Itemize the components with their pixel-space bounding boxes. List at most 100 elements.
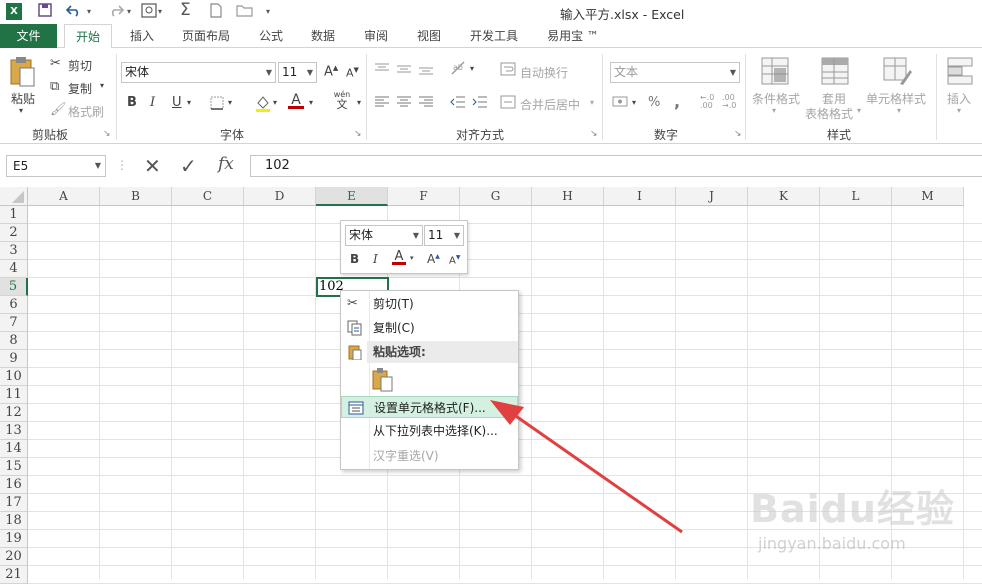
insert-cells-button[interactable]: 插入 — [947, 90, 971, 107]
undo-icon[interactable] — [65, 3, 84, 21]
paste-button[interactable]: 粘贴 — [11, 90, 35, 107]
font-launcher-icon[interactable]: ↘ — [354, 129, 362, 139]
formula-input[interactable]: 102 — [250, 155, 982, 177]
column-header-g[interactable]: G — [460, 187, 532, 206]
number-launcher-icon[interactable]: ↘ — [734, 129, 742, 139]
alignment-launcher-icon[interactable]: ↘ — [590, 129, 598, 139]
column-header-b[interactable]: B — [100, 187, 172, 206]
column-header-i[interactable]: I — [604, 187, 676, 206]
column-header-l[interactable]: L — [820, 187, 892, 206]
autosum-icon[interactable]: Σ — [180, 0, 191, 20]
insert-dropdown-icon[interactable]: ▾ — [957, 106, 961, 115]
print-preview-icon[interactable] — [141, 3, 157, 21]
fill-color-dropdown-icon[interactable]: ▾ — [273, 98, 277, 107]
new-file-icon[interactable] — [209, 3, 223, 21]
orientation-dropdown-icon[interactable]: ▾ — [470, 64, 474, 73]
copy-button[interactable]: 复制 — [68, 80, 92, 97]
row-header-18[interactable]: 18 — [0, 512, 28, 530]
wrap-text-button[interactable]: 自动换行 — [520, 64, 568, 81]
undo-dropdown-icon[interactable]: ▾ — [87, 7, 91, 25]
font-size-select[interactable]: 11 ▼ — [278, 62, 317, 83]
cancel-icon[interactable]: ✕ — [144, 154, 161, 178]
underline-dropdown-icon[interactable]: ▾ — [187, 98, 191, 107]
merge-dropdown-icon[interactable]: ▾ — [590, 98, 594, 107]
merge-center-button[interactable]: 合并后居中 — [520, 96, 580, 113]
font-color-dropdown-icon[interactable]: ▾ — [309, 98, 313, 107]
redo-dropdown-icon[interactable]: ▾ — [127, 7, 131, 25]
table-dropdown-icon[interactable]: ▾ — [857, 106, 861, 115]
comma-button[interactable]: , — [674, 92, 680, 111]
row-header-15[interactable]: 15 — [0, 458, 28, 476]
tab-file[interactable]: 文件 — [0, 24, 57, 48]
tab-view[interactable]: 视图 — [408, 24, 450, 48]
mini-color-dropdown-icon[interactable]: ▾ — [410, 254, 414, 262]
row-header-1[interactable]: 1 — [0, 206, 28, 224]
row-header-11[interactable]: 11 — [0, 386, 28, 404]
cell-styles-dropdown-icon[interactable]: ▾ — [897, 106, 901, 115]
preview-dropdown-icon[interactable]: ▾ — [158, 7, 162, 25]
paste-dropdown-icon[interactable]: ▾ — [19, 106, 23, 115]
currency-dropdown-icon[interactable]: ▾ — [632, 98, 636, 107]
fill-color-icon[interactable] — [254, 94, 272, 115]
row-header-14[interactable]: 14 — [0, 440, 28, 458]
border-dropdown-icon[interactable]: ▾ — [228, 98, 232, 107]
tab-developer[interactable]: 开发工具 — [461, 24, 527, 48]
column-header-a[interactable]: A — [28, 187, 100, 206]
tab-easy-tools[interactable]: 易用宝 ™ — [537, 24, 609, 48]
mini-bold-button[interactable]: B — [350, 252, 359, 266]
row-header-17[interactable]: 17 — [0, 494, 28, 512]
font-name-select[interactable]: 宋体 ▼ — [121, 62, 276, 83]
customize-qat-icon[interactable]: ▾ — [266, 7, 270, 25]
decrease-decimal-icon[interactable]: .00 →.0 — [722, 94, 736, 110]
column-header-e[interactable]: E — [316, 187, 388, 206]
align-bottom-icon[interactable] — [418, 62, 434, 79]
decrease-indent-icon[interactable] — [450, 95, 466, 112]
redo-icon[interactable] — [106, 3, 125, 21]
align-left-icon[interactable] — [374, 95, 390, 112]
cut-button[interactable]: 剪切 — [68, 57, 92, 74]
mini-shrink-font-icon[interactable]: A▼ — [449, 254, 460, 266]
conditional-format-button[interactable]: 条件格式 — [752, 90, 800, 107]
conditional-dropdown-icon[interactable]: ▾ — [772, 106, 776, 115]
open-folder-icon[interactable] — [236, 3, 254, 21]
tab-home[interactable]: 开始 — [64, 24, 112, 49]
mini-size-select[interactable]: 11 ▼ — [424, 225, 464, 246]
mini-font-select[interactable]: 宋体 ▼ — [345, 225, 423, 246]
row-header-20[interactable]: 20 — [0, 548, 28, 566]
column-header-d[interactable]: D — [244, 187, 316, 206]
clipboard-launcher-icon[interactable]: ↘ — [103, 129, 111, 139]
copy-dropdown-icon[interactable]: ▾ — [100, 81, 104, 90]
orientation-icon[interactable]: ab — [450, 60, 468, 79]
align-center-icon[interactable] — [396, 95, 412, 112]
mini-font-color-icon[interactable]: A — [392, 249, 406, 265]
column-header-j[interactable]: J — [676, 187, 748, 206]
row-header-12[interactable]: 12 — [0, 404, 28, 422]
paste-button-icon[interactable] — [371, 367, 395, 392]
name-box[interactable]: E5 ▼ — [6, 155, 106, 177]
row-header-13[interactable]: 13 — [0, 422, 28, 440]
enter-check-icon[interactable]: ✓ — [180, 154, 197, 178]
paste-icon[interactable] — [8, 56, 38, 87]
percent-button[interactable]: % — [648, 95, 660, 110]
format-as-table-button-line2[interactable]: 表格格式 — [805, 105, 853, 122]
column-header-f[interactable]: F — [388, 187, 460, 206]
bold-button[interactable]: B — [127, 95, 137, 110]
tab-page-layout[interactable]: 页面布局 — [173, 24, 239, 48]
underline-button[interactable]: U — [172, 95, 182, 110]
insert-function-button[interactable]: fx — [218, 154, 234, 174]
column-header-c[interactable]: C — [172, 187, 244, 206]
formula-bar-handle-icon[interactable]: ⋮ — [116, 158, 128, 172]
align-top-icon[interactable] — [374, 62, 390, 79]
row-header-2[interactable]: 2 — [0, 224, 28, 242]
currency-icon[interactable] — [612, 94, 630, 113]
number-format-select[interactable]: 文本 ▼ — [610, 62, 740, 83]
column-header-m[interactable]: M — [892, 187, 964, 206]
row-header-3[interactable]: 3 — [0, 242, 28, 260]
mini-grow-font-icon[interactable]: A▲ — [427, 252, 440, 266]
save-icon[interactable] — [38, 3, 52, 21]
menu-item-cut[interactable]: ✂ 剪切(T) — [341, 293, 518, 315]
align-right-icon[interactable] — [418, 95, 434, 112]
tab-review[interactable]: 审阅 — [355, 24, 397, 48]
increase-font-icon[interactable]: A▲ — [324, 64, 338, 79]
tab-insert[interactable]: 插入 — [121, 24, 163, 48]
